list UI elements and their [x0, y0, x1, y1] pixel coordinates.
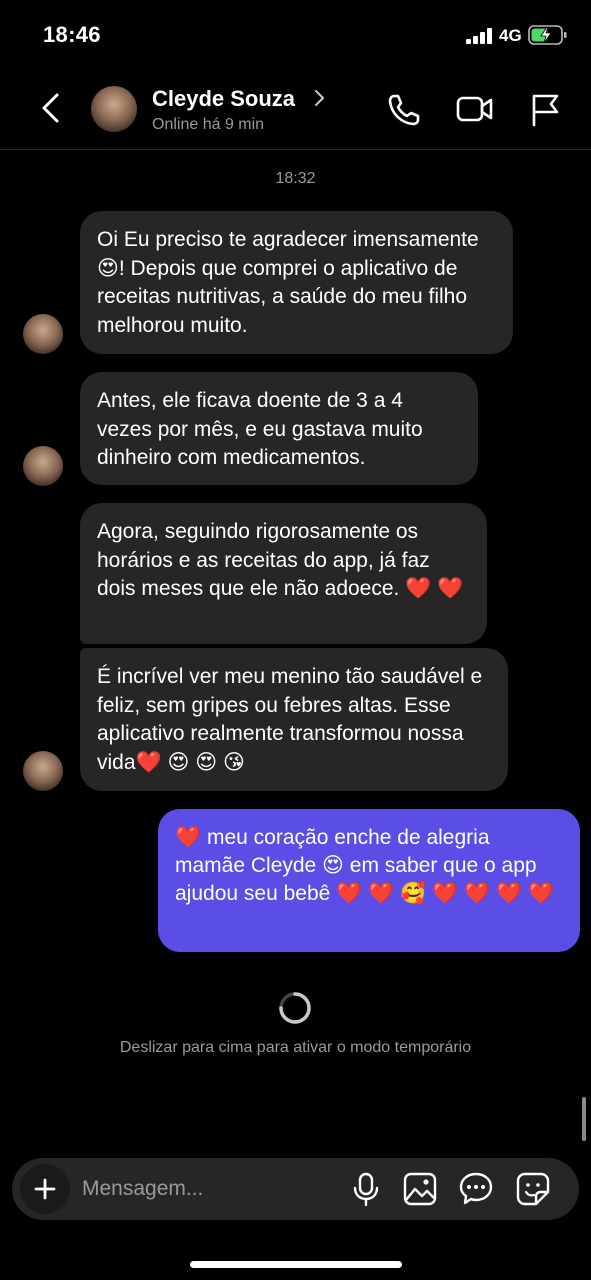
video-call-button[interactable]: [455, 92, 495, 126]
flag-icon: [532, 94, 559, 127]
status-bar: 18:46 4G: [0, 0, 591, 70]
scrollbar[interactable]: [582, 1097, 586, 1141]
message-timestamp: 18:32: [275, 170, 316, 187]
temporary-mode-hint: Deslizar para cima para ativar o modo te…: [119, 1039, 472, 1056]
received-message[interactable]: Antes, ele ficava doente de 3 a 4 vezes …: [80, 372, 478, 485]
avatar[interactable]: [23, 314, 63, 354]
signal-icon: [466, 28, 494, 44]
battery-icon: [528, 24, 568, 46]
sent-message[interactable]: ❤️ meu coração enche de alegria mamãe Cl…: [158, 809, 580, 952]
received-message[interactable]: É incrível ver meu menino tão saudável e…: [80, 648, 508, 791]
back-button[interactable]: [36, 90, 66, 126]
add-button[interactable]: [20, 1164, 70, 1214]
network-label: 4G: [499, 26, 522, 45]
chat-header: Cleyde Souza Online há 9 min: [0, 70, 591, 150]
status-time: 18:46: [43, 22, 101, 47]
chevron-left-icon: [42, 93, 59, 123]
message-input[interactable]: [82, 1174, 342, 1204]
contact-status: Online há 9 min: [152, 116, 265, 133]
chat-options-button[interactable]: [458, 1171, 494, 1207]
microphone-icon: [353, 1172, 379, 1207]
loading-spinner-icon: [278, 991, 312, 1025]
avatar[interactable]: [91, 86, 137, 132]
video-camera-icon: [456, 96, 493, 122]
avatar[interactable]: [23, 751, 63, 791]
call-button[interactable]: [386, 92, 422, 128]
chevron-right-icon[interactable]: [312, 88, 326, 108]
voice-message-button[interactable]: [350, 1171, 382, 1207]
home-indicator[interactable]: [190, 1261, 402, 1268]
image-icon: [403, 1172, 437, 1206]
avatar[interactable]: [23, 446, 63, 486]
contact-name[interactable]: Cleyde Souza: [152, 86, 295, 112]
report-button[interactable]: [528, 92, 562, 128]
received-message[interactable]: Oi Eu preciso te agradecer imensamente😍!…: [80, 211, 513, 354]
sticker-icon: [516, 1172, 550, 1206]
gallery-button[interactable]: [402, 1171, 438, 1207]
chat-bubble-icon: [459, 1172, 493, 1205]
plus-icon: [34, 1178, 56, 1200]
message-composer: [12, 1158, 579, 1220]
received-message[interactable]: Agora, seguindo rigorosamente os horário…: [80, 503, 487, 644]
sticker-button[interactable]: [515, 1171, 551, 1207]
phone-icon: [388, 94, 420, 126]
